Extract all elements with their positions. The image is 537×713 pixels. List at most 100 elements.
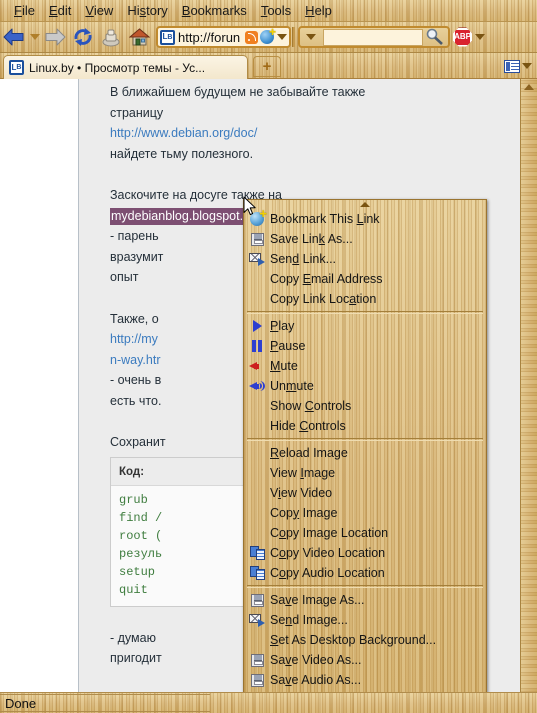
context-menu[interactable]: Bookmark This Link Save Link As... Send … <box>243 199 487 713</box>
chevron-down-icon <box>522 63 532 69</box>
url-bar[interactable]: LB http://forun <box>156 26 291 48</box>
search-input[interactable] <box>323 28 423 46</box>
pause-icon <box>248 338 266 354</box>
ctx-label: Send Image... <box>270 612 348 627</box>
search-engine-dropdown-icon[interactable] <box>306 34 316 40</box>
ctx-copy-image[interactable]: Copy Image <box>244 503 486 523</box>
ctx-send-link[interactable]: Send Link... <box>244 249 486 269</box>
ctx-save-audio-as[interactable]: Save Audio As... <box>244 670 486 690</box>
stop-button[interactable] <box>97 24 125 50</box>
ctx-label: Hide Controls <box>270 418 346 433</box>
no-icon <box>248 465 266 481</box>
menu-view[interactable]: View <box>78 2 120 20</box>
scroll-up-arrow-icon <box>360 202 370 207</box>
no-icon <box>248 525 266 541</box>
chevron-down-icon <box>29 34 40 40</box>
context-menu-separator <box>247 438 483 441</box>
no-icon <box>248 485 266 501</box>
back-arrow-icon <box>3 28 24 46</box>
ctx-label: Save Video As... <box>270 652 362 667</box>
ctx-label: Pause <box>270 338 306 353</box>
context-menu-scroll-up[interactable] <box>244 200 486 209</box>
ctx-play[interactable]: Play <box>244 316 486 336</box>
ctx-reload-image[interactable]: Reload Image <box>244 443 486 463</box>
menu-tools[interactable]: Tools <box>254 2 298 20</box>
tab-favicon: LB <box>9 60 24 75</box>
menu-help[interactable]: Help <box>298 2 339 20</box>
globe-plus-icon[interactable] <box>260 26 276 44</box>
copy-icon <box>248 545 266 561</box>
menu-file[interactable]: File <box>7 2 42 20</box>
navigation-toolbar: LB http://forun ABP <box>0 22 537 53</box>
menu-history[interactable]: History <box>120 2 174 20</box>
ctx-copy-audio-location[interactable]: Copy Audio Location <box>244 563 486 583</box>
ctx-copy-video-location[interactable]: Copy Video Location <box>244 543 486 563</box>
ctx-view-image[interactable]: View Image <box>244 463 486 483</box>
search-bar[interactable] <box>298 26 450 48</box>
mail-send-icon <box>248 612 266 628</box>
forward-button[interactable] <box>41 24 69 50</box>
post-line: В ближайшем будущем не забывайте также <box>110 85 366 99</box>
ctx-hide-controls[interactable]: Hide Controls <box>244 416 486 436</box>
ctx-label: Unmute <box>270 378 314 393</box>
ctx-label: View Video <box>270 485 333 500</box>
menu-edit[interactable]: Edit <box>42 2 78 20</box>
ctx-copy-link-location[interactable]: Copy Link Location <box>244 289 486 309</box>
reload-button[interactable] <box>69 24 97 50</box>
ctx-save-video-as[interactable]: Save Video As... <box>244 650 486 670</box>
ctx-copy-email-address[interactable]: Copy Email Address <box>244 269 486 289</box>
ctx-bookmark-this-link[interactable]: Bookmark This Link <box>244 207 486 229</box>
tab-list-button[interactable] <box>501 55 535 77</box>
adblock-plus-icon[interactable]: ABP <box>453 27 472 47</box>
back-button[interactable] <box>0 24 28 50</box>
new-tab-button[interactable]: + <box>253 56 281 77</box>
tab-bar: LB Linux.by • Просмотр темы - Ус... + <box>0 53 537 79</box>
toolbar-overflow-icon[interactable] <box>475 34 485 40</box>
tab-title: Linux.by • Просмотр темы - Ус... <box>29 60 206 75</box>
tab-list-icon <box>504 59 520 73</box>
second-link-part2[interactable]: n-way.htr <box>110 353 160 367</box>
mail-send-icon <box>248 251 266 267</box>
ctx-label: Save Audio As... <box>270 672 362 687</box>
ctx-mute[interactable]: Mute <box>244 356 486 376</box>
scrollbar-up-button[interactable] <box>521 79 537 95</box>
ctx-unmute[interactable]: Unmute <box>244 376 486 396</box>
vertical-scrollbar[interactable] <box>520 79 537 692</box>
debian-doc-link[interactable]: http://www.debian.org/doc/ <box>110 126 257 140</box>
url-dropdown-icon[interactable] <box>277 34 287 40</box>
post-line: страницу <box>110 105 164 120</box>
ctx-copy-image-location[interactable]: Copy Image Location <box>244 523 486 543</box>
bookmark-star-icon <box>248 207 267 227</box>
post-line: найдете тьму полезного. <box>110 146 254 161</box>
url-input[interactable]: http://forun <box>175 30 245 45</box>
back-history-dropdown[interactable] <box>28 24 41 50</box>
ctx-label: Copy Audio Location <box>270 565 385 580</box>
reload-icon <box>74 28 92 46</box>
second-link-part1[interactable]: http://my <box>110 332 158 346</box>
ctx-send-image[interactable]: Send Image... <box>244 610 486 630</box>
ctx-view-video[interactable]: View Video <box>244 483 486 503</box>
ctx-label: Copy Video Location <box>270 545 386 560</box>
home-button[interactable] <box>125 24 153 50</box>
ctx-label: Play <box>270 318 295 333</box>
magnifier-icon[interactable] <box>425 28 445 46</box>
context-menu-separator <box>247 585 483 588</box>
ctx-set-as-desktop-background[interactable]: Set As Desktop Background... <box>244 630 486 650</box>
ctx-label: Reload Image <box>270 445 348 460</box>
status-bar: Done <box>0 692 537 713</box>
rss-feed-icon[interactable] <box>245 30 258 44</box>
ctx-pause[interactable]: Pause <box>244 336 486 356</box>
unmute-speaker-icon <box>248 378 266 394</box>
mute-speaker-icon <box>248 358 266 374</box>
tab-linux-by[interactable]: LB Linux.by • Просмотр темы - Ус... <box>3 55 248 79</box>
ctx-save-image-as[interactable]: Save Image As... <box>244 590 486 610</box>
no-icon <box>248 445 266 461</box>
ctx-save-link-as[interactable]: Save Link As... <box>244 229 486 249</box>
menu-bookmarks[interactable]: Bookmarks <box>175 2 254 20</box>
ctx-label: Copy Image <box>270 505 338 520</box>
linux-by-favicon: LB <box>160 29 175 45</box>
scroll-up-arrow-icon <box>524 84 534 90</box>
no-icon <box>248 505 266 521</box>
ctx-show-controls[interactable]: Show Controls <box>244 396 486 416</box>
ctx-label: Mute <box>270 358 298 373</box>
